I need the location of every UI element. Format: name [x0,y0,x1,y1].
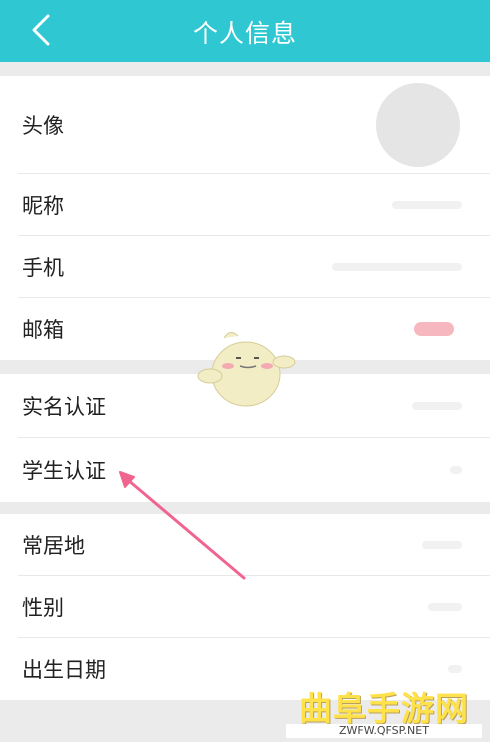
student-verification-label: 学生认证 [22,459,106,483]
phone-label: 手机 [22,256,64,280]
avatar-label: 头像 [22,114,64,138]
row-phone[interactable]: 手机 [0,236,490,298]
row-nickname[interactable]: 昵称 [0,174,490,236]
residence-value [422,541,462,549]
residence-label: 常居地 [22,534,85,558]
section-gap [0,502,490,514]
avatar [376,83,460,167]
row-residence[interactable]: 常居地 [0,514,490,576]
student-verification-value [450,466,462,474]
row-email[interactable]: 邮箱 [0,298,490,360]
email-label: 邮箱 [22,318,64,342]
section-profile: 常居地 性别 出生日期 [0,514,490,700]
row-gender[interactable]: 性别 [0,576,490,638]
gender-label: 性别 [22,596,64,620]
birth-date-value [448,665,462,673]
birth-date-label: 出生日期 [22,658,106,682]
section-gap [0,62,490,76]
nickname-value [392,201,462,209]
section-basic-info: 头像 昵称 手机 邮箱 [0,76,490,360]
section-verification: 实名认证 学生认证 [0,374,490,502]
gender-value [428,603,462,611]
section-gap [0,360,490,374]
watermark: 曲阜手游网 ZWFW.QFSP.NET [286,682,482,738]
row-avatar[interactable]: 头像 [0,76,490,174]
watermark-title: 曲阜手游网 [299,689,469,728]
app-header: 个人信息 [0,0,490,62]
real-name-verification-label: 实名认证 [22,395,106,419]
row-student-verification[interactable]: 学生认证 [0,438,490,502]
page-title: 个人信息 [192,19,297,48]
real-name-verification-value [412,402,462,410]
email-status-badge [414,322,454,336]
watermark-url: ZWFW.QFSP.NET [286,724,482,738]
phone-value [332,263,462,271]
row-real-name-verification[interactable]: 实名认证 [0,374,490,438]
nickname-label: 昵称 [22,194,64,218]
